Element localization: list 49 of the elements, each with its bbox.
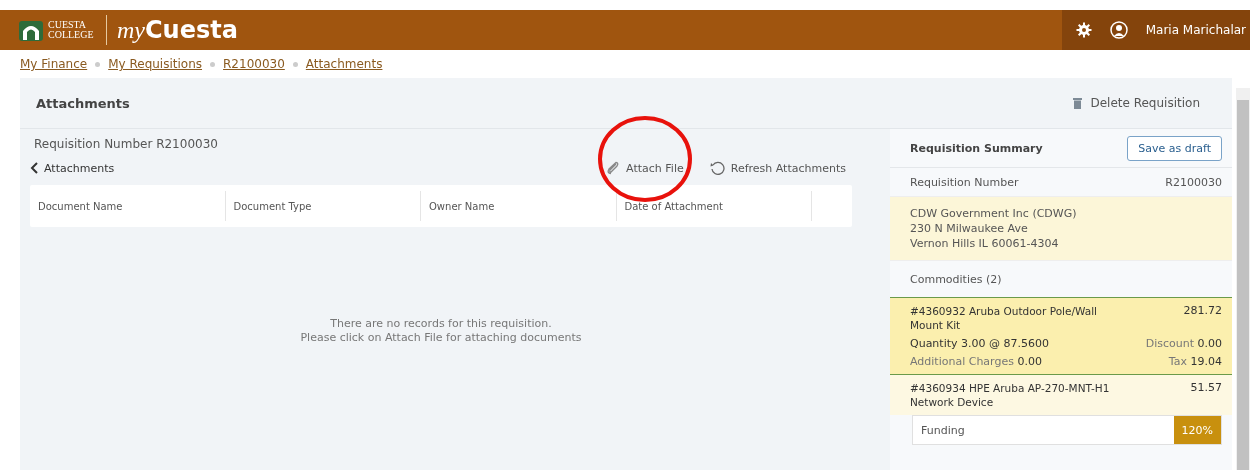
field-value: R2100030: [1165, 175, 1222, 189]
column-header[interactable]: Date of Attachment: [616, 191, 812, 221]
vendor-address-line: Vernon Hills IL 60061-4304: [910, 236, 1060, 251]
commodities-label: Commodities (2): [910, 272, 1002, 286]
chevron-left-icon: [30, 162, 38, 174]
user-name[interactable]: Maria Marichalar: [1145, 23, 1246, 37]
commodity-title: #4360934 HPE Aruba AP-270-MNT-H1 Network Device: [910, 381, 1110, 409]
breadcrumb-link[interactable]: My Finance: [20, 57, 88, 71]
commodity-title: #4360932 Aruba Outdoor Pole/Wall Mount Kit: [910, 304, 1098, 332]
commodity-amount: 51.57: [1190, 381, 1222, 396]
empty-message: Please click on Attach File for attaching documents: [300, 331, 582, 345]
quantity-text: Quantity 3.00 @ 87.5600: [910, 337, 1049, 350]
funding-percent-badge: 120%: [1173, 416, 1221, 444]
funding-label: Funding: [920, 423, 965, 437]
refresh-button[interactable]: Refresh Attachments: [703, 159, 852, 177]
refresh-icon: [709, 160, 725, 176]
column-header[interactable]: Document Name: [30, 191, 226, 221]
breadcrumb-link[interactable]: R2100030: [223, 57, 285, 71]
discount-text: Discount 0.00: [1145, 337, 1222, 350]
column-header[interactable]: Owner Name: [421, 191, 617, 221]
vendor-address-line: CDW Government Inc (CDWG): [910, 206, 1078, 221]
breadcrumb-separator: [95, 61, 101, 67]
user-avatar-icon[interactable]: [1109, 21, 1128, 39]
settings-icon[interactable]: [1075, 22, 1092, 38]
breadcrumb-link[interactable]: Attachments: [305, 57, 383, 71]
scrollbar[interactable]: [1236, 88, 1250, 470]
commodity-amount: 281.72: [1183, 304, 1222, 319]
delete-requisition-button[interactable]: Delete Requisition: [1067, 95, 1206, 111]
field-label: Requisition Number: [910, 175, 1019, 189]
column-header[interactable]: Document Type: [225, 191, 421, 221]
page-title: Attachments: [36, 95, 130, 111]
breadcrumb-link[interactable]: My Requisitions: [108, 57, 203, 71]
charges-text: Additional Charges 0.00: [910, 355, 1042, 368]
requisition-number: Requisition Number R2100030: [33, 137, 219, 151]
tax-text: Tax 19.04: [1168, 355, 1222, 368]
college-wordmark: CUESTA COLLEGE: [48, 15, 107, 45]
vendor-address-line: 230 N Milwaukee Ave: [910, 221, 1029, 236]
commodity-item[interactable]: #4360932 Aruba Outdoor Pole/Wall Mount Kit 281.72 Quantity 3.00 @ 87.5600 Discount 0.00 Additional Charges 0.00 Tax 19.04: [890, 297, 1232, 375]
summary-title: Requisition Summary: [910, 141, 1043, 155]
arch-logo-icon: [18, 18, 44, 42]
back-link[interactable]: Attachments: [30, 161, 115, 175]
breadcrumb-separator: [292, 61, 298, 67]
commodity-item[interactable]: #4360934 HPE Aruba AP-270-MNT-H1 Network Device 51.57: [890, 375, 1232, 415]
empty-message: There are no records for this requisition.: [330, 317, 552, 331]
paperclip-icon: [606, 161, 621, 175]
trash-icon: [1073, 97, 1083, 109]
app-name: myCuesta: [116, 16, 238, 44]
save-draft-button[interactable]: Save as draft: [1127, 135, 1222, 161]
breadcrumb-separator: [210, 61, 216, 67]
